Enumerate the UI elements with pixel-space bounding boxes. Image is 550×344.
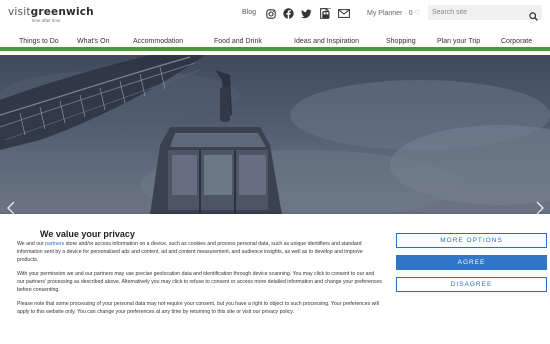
nav-item-things-to-do[interactable]: Things to Do [19,38,59,45]
nav-item-corporate[interactable]: Corporate [501,38,532,45]
heart-icon: ♡ [414,10,421,17]
nav-item-food-and-drink[interactable]: Food and Drink [214,38,262,45]
search-icon[interactable] [529,8,538,21]
consent-title: We value your privacy [40,229,135,239]
nav-item-whats-on[interactable]: What's On [77,38,109,45]
cable-car-photo [0,55,550,215]
planner-count: 0 [408,10,413,17]
main-nav: Things to Do What's On Accommodation Foo… [0,30,550,51]
search-box [428,5,542,21]
instagram-icon[interactable] [265,8,276,19]
nav-item-plan-your-trip[interactable]: Plan your Trip [437,38,480,45]
disagree-button[interactable]: DISAGREE [396,277,547,292]
consent-paragraph-3: Please note that some processing of your… [17,301,379,315]
consent-paragraph-1: We and our partners store and/or access … [17,241,382,264]
nav-item-ideas-and-inspiration[interactable]: Ideas and Inspiration [294,38,359,45]
site-header: visitgreenwich time after time Blog My P… [0,0,550,30]
my-planner-link[interactable]: My Planner · 0 ♡ [367,9,421,17]
more-options-button[interactable]: MORE OPTIONS [396,233,547,248]
consent-p1-start: We and our [17,241,46,247]
hero-image [0,55,550,215]
planner-label: My Planner [367,10,403,17]
search-input[interactable] [432,7,527,18]
facebook-icon[interactable] [283,8,294,19]
blog-link[interactable]: Blog [242,9,256,16]
agree-button[interactable]: AGREE [396,255,547,270]
nav-item-shopping[interactable]: Shopping [386,38,416,45]
logo-text-visit: visit [8,6,31,18]
consent-p1-end: store and/or access information on a dev… [17,241,363,263]
site-logo[interactable]: visitgreenwich time after time [8,7,94,24]
logo-text-greenwich: greenwich [30,6,94,18]
mail-icon[interactable] [338,8,350,19]
partners-link[interactable]: partners [45,241,64,247]
logo-wordmark: visitgreenwich [8,7,94,18]
logo-tagline: time after time [32,18,61,23]
privacy-consent-dialog: We value your privacy We and our partner… [0,214,550,344]
consent-paragraph-2: With your permission we and our partners… [17,271,382,293]
cable-car-icon[interactable] [320,8,331,19]
chevron-left-icon[interactable] [6,201,16,215]
twitter-icon[interactable] [301,8,312,19]
nav-item-accommodation[interactable]: Accommodation [133,38,183,45]
chevron-right-icon[interactable] [535,201,545,215]
